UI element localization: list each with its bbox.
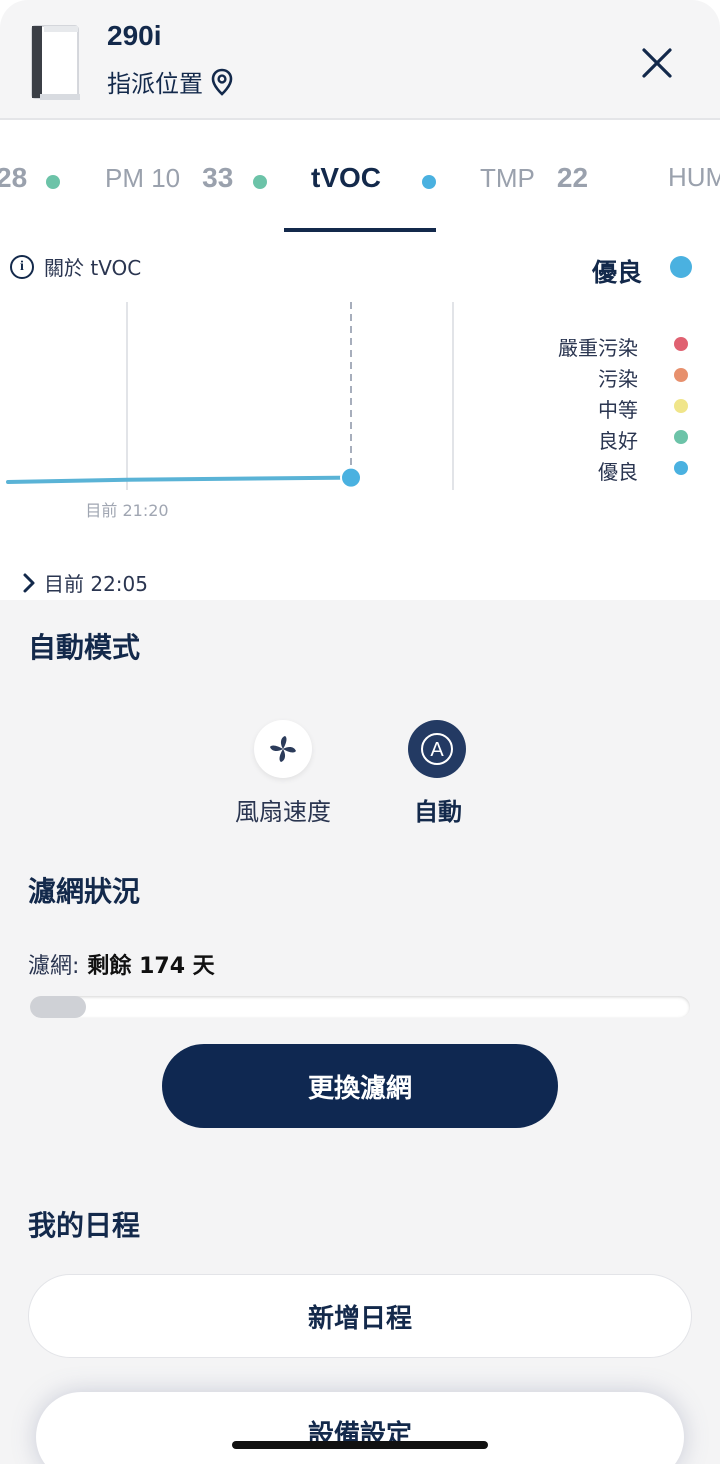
add-schedule-button[interactable]: 新增日程 [28, 1274, 692, 1358]
filter-remaining: 剩餘 174 天 [87, 954, 215, 979]
tab-status-dot [253, 175, 267, 189]
controls-section: 自動模式 風扇速度 A 自動 濾網狀況 濾網: 剩餘 174 天 更換濾網 我的日… [0, 600, 720, 1464]
tab-pm10[interactable]: PM 10 33 [105, 162, 233, 194]
time-tick-label: 目前 21:20 [85, 501, 168, 520]
fan-speed-label: 風扇速度 [235, 798, 331, 826]
tab-hum[interactable]: HUM [668, 162, 720, 193]
tab-value: 28 [0, 162, 28, 193]
fan-icon [270, 736, 296, 762]
about-tvoc-link[interactable]: i 關於 tVOC [10, 252, 141, 281]
tab-value: 22 [556, 162, 589, 193]
location-pin-icon [211, 68, 233, 96]
location-label: 指派位置 [107, 70, 203, 98]
filter-progress-bar [30, 996, 690, 1018]
home-indicator [232, 1441, 488, 1449]
mode-title: 自動模式 [28, 631, 141, 664]
device-header: 290i 指派位置 [0, 0, 720, 120]
current-time-label: 目前 22:05 [44, 572, 148, 596]
filter-progress-fill [30, 996, 87, 1018]
air-purifier-image [31, 25, 80, 100]
tab-label: tVOC [311, 162, 381, 193]
chevron-right-icon [23, 573, 35, 592]
auto-mode-icon: A [421, 733, 453, 765]
tab-pm25[interactable]: 28 [0, 162, 27, 194]
current-time-toggle[interactable]: 目前 22:05 [22, 568, 148, 597]
device-settings-button[interactable]: 設備設定 [36, 1392, 684, 1464]
legend-dot [674, 399, 688, 413]
status-dot [670, 256, 692, 278]
assign-location-link[interactable]: 指派位置 [107, 64, 233, 99]
auto-mode-button[interactable]: A [408, 720, 466, 778]
tab-label: TMP [480, 163, 535, 193]
tab-status-dot [422, 175, 436, 189]
tab-label: PM 10 [105, 163, 181, 193]
legend-label: 良好 [598, 429, 638, 453]
series-line [6, 475, 353, 484]
close-icon[interactable] [634, 40, 680, 86]
svg-text:A: A [430, 739, 444, 761]
legend-dot [674, 337, 688, 351]
filter-title: 濾網狀況 [28, 875, 141, 908]
fan-speed-button[interactable] [254, 720, 312, 778]
tab-tvoc[interactable]: tVOC [311, 162, 381, 194]
filter-label: 濾網: [28, 954, 80, 979]
legend-label: 污染 [598, 367, 638, 391]
tab-label: HUM [668, 162, 720, 192]
auto-label: 自動 [414, 798, 462, 826]
tab-status-dot [46, 175, 60, 189]
legend-dot [674, 461, 688, 475]
legend-dot [674, 430, 688, 444]
device-name: 290i [107, 20, 162, 51]
air-quality-status: 優良 [592, 258, 643, 287]
active-tab-indicator [284, 228, 436, 232]
tab-tmp[interactable]: TMP 22 [480, 162, 588, 194]
legend-dot [674, 368, 688, 382]
legend-label: 嚴重污染 [558, 336, 638, 360]
about-tvoc-label: 關於 tVOC [44, 256, 142, 280]
replace-filter-button[interactable]: 更換濾網 [162, 1044, 558, 1128]
legend-label: 中等 [598, 398, 638, 422]
current-point [340, 466, 362, 489]
tab-value: 33 [202, 162, 234, 193]
metric-tabs: 28 PM 10 33 tVOC TMP 22 HUM [0, 122, 720, 234]
info-icon: i [10, 254, 34, 279]
legend-label: 優良 [598, 460, 638, 484]
filter-status: 濾網: 剩餘 174 天 [28, 948, 215, 980]
schedule-title: 我的日程 [28, 1209, 141, 1242]
